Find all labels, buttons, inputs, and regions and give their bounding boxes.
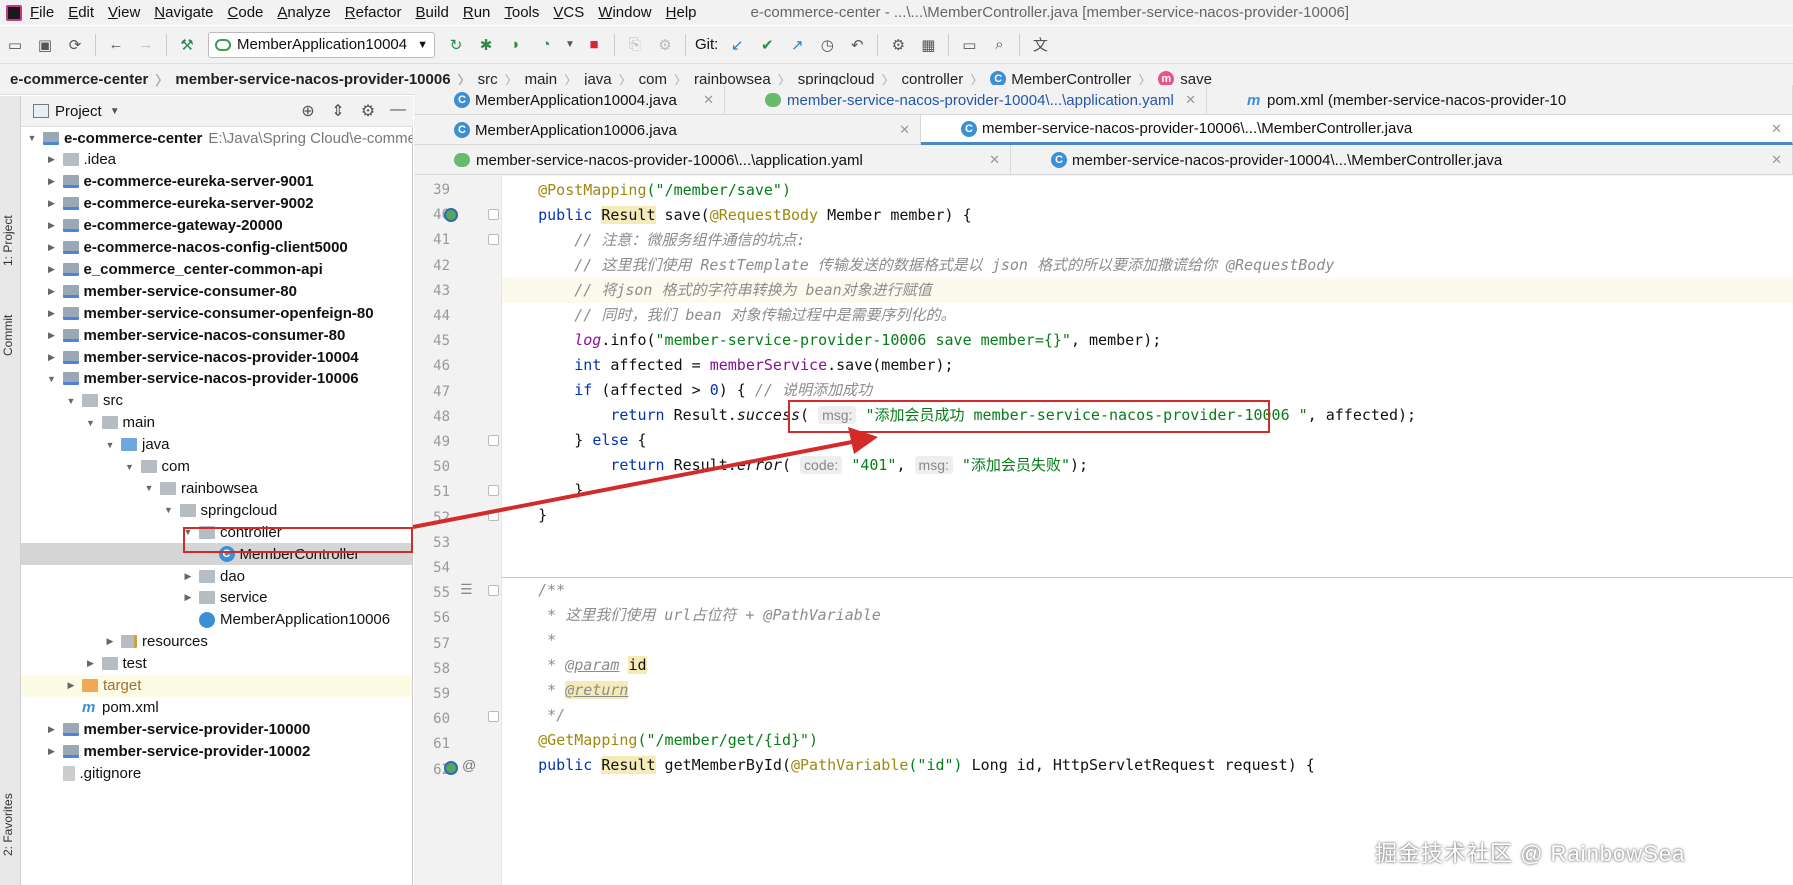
watermark: 掘金技术社区 @ RainbowSea — [1375, 841, 1686, 866]
annotation-arrow — [412, 427, 878, 529]
